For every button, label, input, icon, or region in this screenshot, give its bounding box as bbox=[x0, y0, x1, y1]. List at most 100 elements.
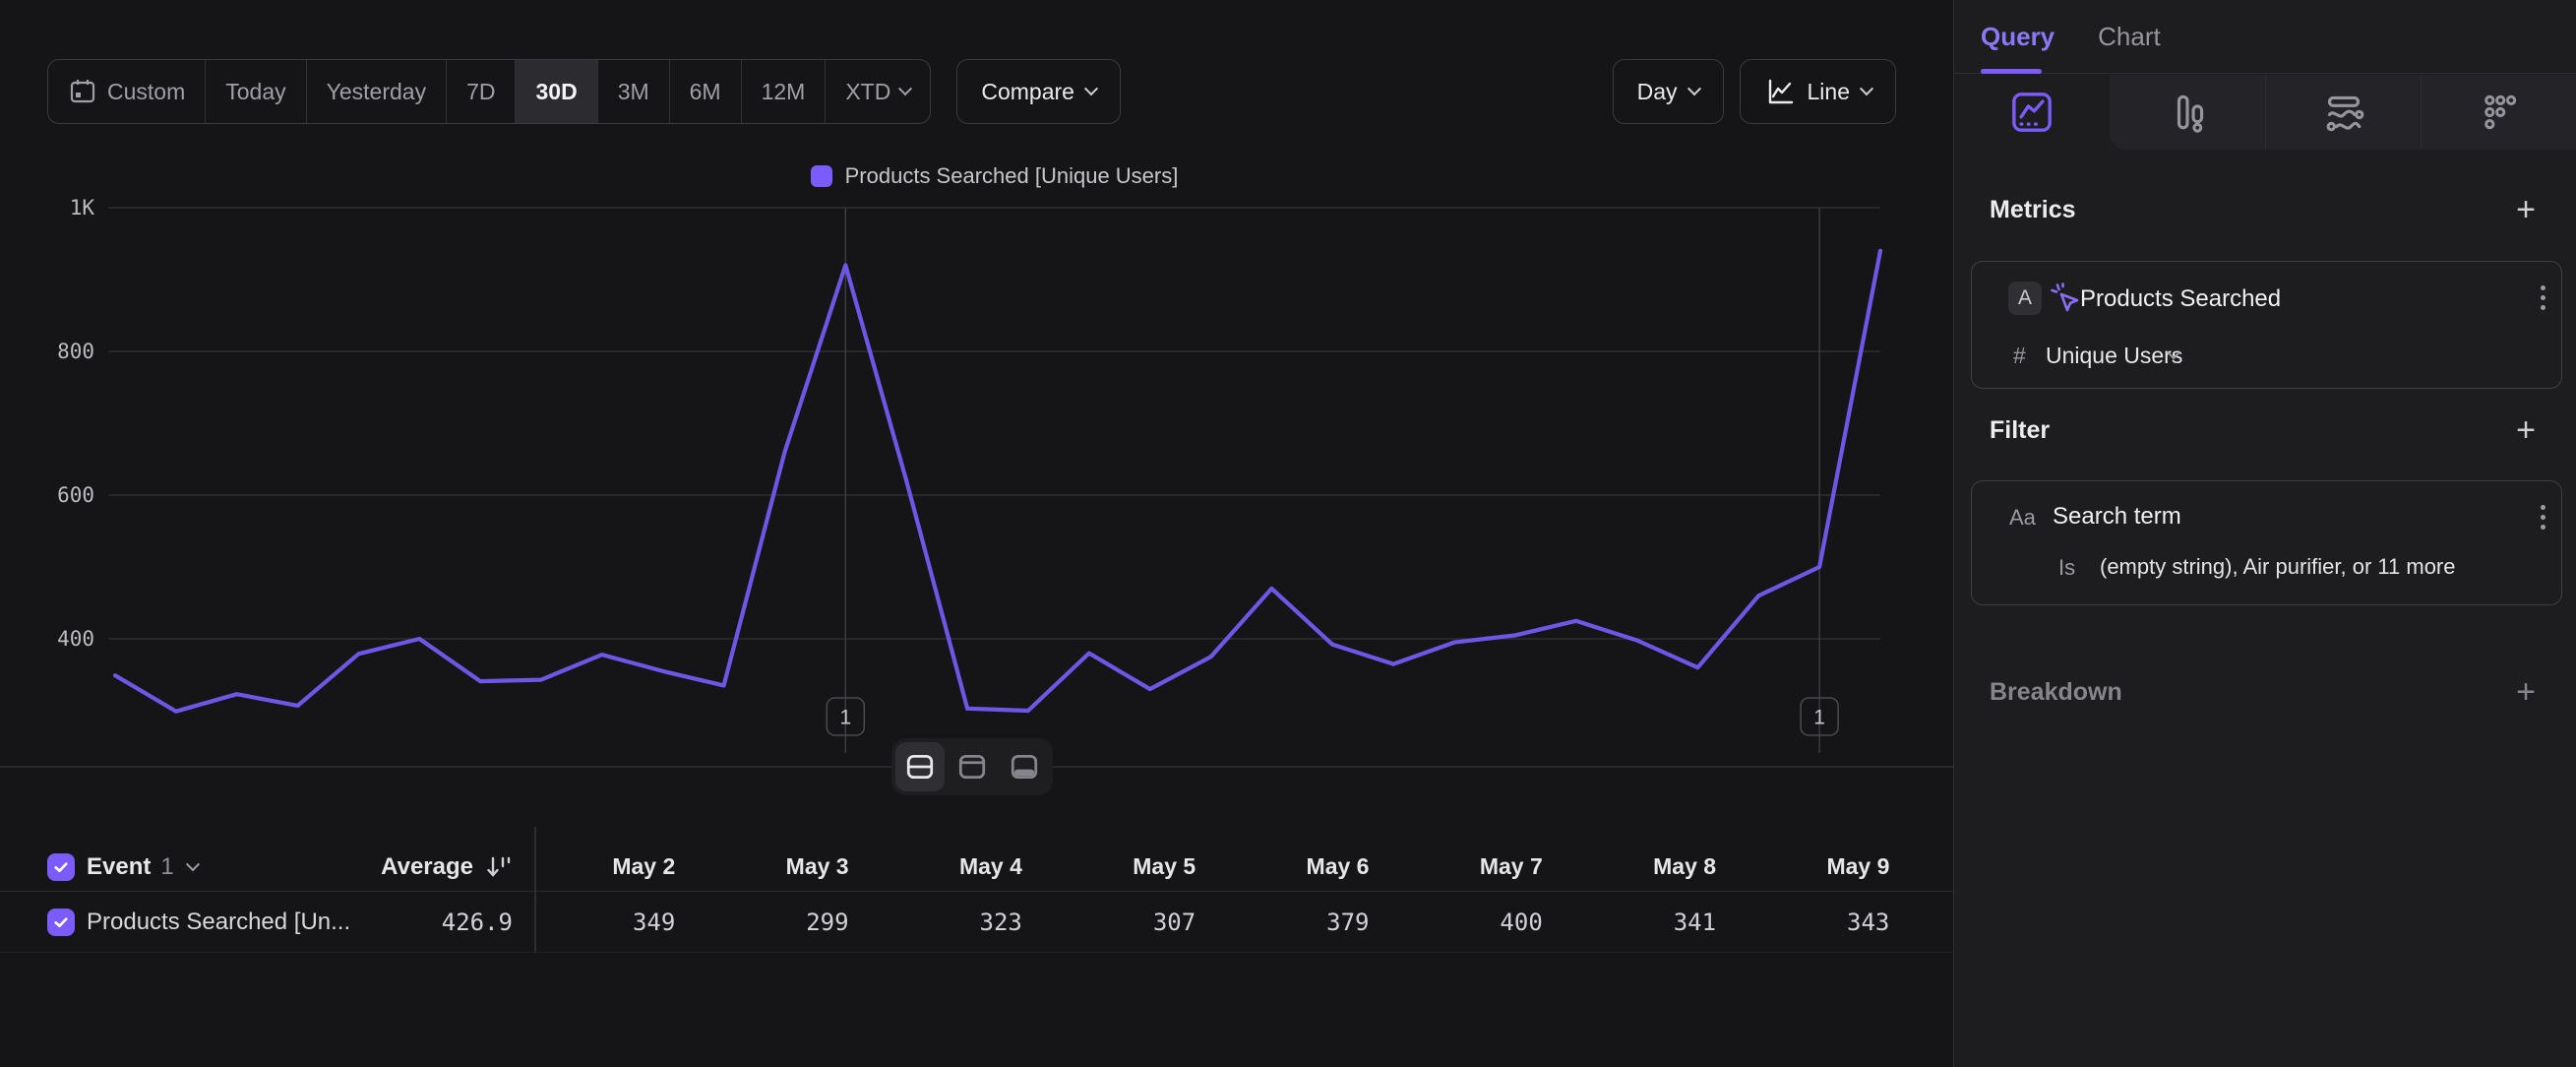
table-day-header: May 2 bbox=[534, 843, 707, 891]
report-type-tabs bbox=[1954, 75, 2576, 150]
tab-flows[interactable] bbox=[2265, 75, 2421, 150]
legend-item[interactable]: Products Searched [Unique Users] bbox=[811, 163, 1179, 189]
compare-label: Compare bbox=[981, 79, 1074, 105]
table-day-value: 299 bbox=[707, 892, 881, 952]
day-headers: May 2May 3May 4May 5May 6May 7May 8May 9 bbox=[534, 843, 1922, 891]
tab-insights[interactable] bbox=[1954, 75, 2110, 150]
tab-funnels[interactable] bbox=[2110, 75, 2265, 150]
granularity-dropdown[interactable]: Day bbox=[1613, 59, 1724, 124]
date-range-label: XTD bbox=[845, 79, 890, 105]
tab-retention[interactable] bbox=[2421, 75, 2576, 150]
metric-options-menu[interactable] bbox=[2541, 285, 2545, 310]
query-panel: Query Chart Metrics + A bbox=[1953, 0, 2576, 1067]
string-type-icon: Aa bbox=[2009, 505, 2036, 531]
add-filter-button[interactable]: + bbox=[2508, 413, 2544, 447]
average-value: 426.9 bbox=[442, 909, 513, 936]
sort-descending-icon[interactable] bbox=[483, 852, 513, 882]
metrics-header: Metrics bbox=[1990, 196, 2076, 224]
date-range-3m[interactable]: 3M bbox=[598, 60, 670, 123]
table-day-value: 343 bbox=[1748, 892, 1922, 952]
date-range-today[interactable]: Today bbox=[206, 60, 306, 123]
filter-operator: Is bbox=[2058, 555, 2075, 581]
aggregation-row[interactable]: # Unique Users bbox=[1972, 339, 2561, 374]
table-day-value: 349 bbox=[534, 892, 707, 952]
event-cursor-icon bbox=[2049, 282, 2082, 315]
date-range-7d[interactable]: 7D bbox=[447, 60, 516, 123]
metric-card[interactable]: A Products Searched # Unique Users bbox=[1971, 261, 2562, 389]
add-breakdown-button[interactable]: + bbox=[2508, 675, 2544, 709]
date-range-6m[interactable]: 6M bbox=[670, 60, 742, 123]
line-chart: 1K800600400200May 2May 4May 6May 8May 10… bbox=[0, 192, 1953, 753]
date-range-label: 7D bbox=[466, 79, 495, 105]
chart-type-dropdown[interactable]: Line bbox=[1740, 59, 1896, 124]
y-tick-label: 600 bbox=[57, 483, 94, 507]
table-day-value: 400 bbox=[1401, 892, 1574, 952]
date-range-12m[interactable]: 12M bbox=[742, 60, 827, 123]
granularity-label: Day bbox=[1637, 79, 1678, 105]
chart-controls: Day Line bbox=[1613, 59, 1896, 124]
day-values: 349299323307379400341343 bbox=[534, 892, 1922, 952]
analytics-app: Custom Today Yesterday 7D 30D 3M 6M 12M … bbox=[0, 0, 2576, 1067]
table-day-value: 307 bbox=[1055, 892, 1228, 952]
table-day-header: May 6 bbox=[1228, 843, 1401, 891]
legend-label: Products Searched [Unique Users] bbox=[845, 163, 1179, 189]
table-day-header: May 4 bbox=[882, 843, 1055, 891]
line-chart-icon bbox=[1764, 76, 1796, 107]
filter-property-name: Search term bbox=[2053, 503, 2181, 531]
add-metric-button[interactable]: + bbox=[2508, 193, 2544, 226]
date-range-30d[interactable]: 30D bbox=[516, 60, 597, 123]
breakdown-table: Event 1 Average May 2May 3May 4May 5May … bbox=[0, 843, 1953, 953]
tab-query[interactable]: Query bbox=[1981, 22, 2055, 52]
table-day-header: May 3 bbox=[707, 843, 881, 891]
table-day-header: May 7 bbox=[1401, 843, 1574, 891]
y-tick-label: 400 bbox=[57, 627, 94, 651]
date-range-label: Today bbox=[225, 79, 285, 105]
layout-split-view-button[interactable] bbox=[895, 742, 945, 791]
breakdown-header: Breakdown bbox=[1990, 678, 2122, 707]
filter-value: (empty string), Air purifier, or 11 more bbox=[2100, 554, 2456, 580]
layout-table-view-button[interactable] bbox=[1000, 742, 1049, 791]
date-toolbar: Custom Today Yesterday 7D 30D 3M 6M 12M … bbox=[47, 59, 1896, 124]
average-header-label: Average bbox=[381, 853, 473, 881]
date-range-label: 12M bbox=[762, 79, 806, 105]
chevron-down-icon bbox=[1084, 82, 1098, 95]
date-range-label: 30D bbox=[535, 79, 577, 105]
active-tab-underline bbox=[1981, 69, 2042, 74]
compare-button[interactable]: Compare bbox=[956, 59, 1121, 124]
hash-icon: # bbox=[2013, 343, 2026, 369]
svg-text:1: 1 bbox=[839, 707, 851, 729]
table-header-row: Event 1 Average May 2May 3May 4May 5May … bbox=[0, 843, 1953, 892]
average-column-header: Average bbox=[0, 843, 513, 891]
filter-card[interactable]: Aa Search term Is (empty string), Air pu… bbox=[1971, 480, 2562, 605]
chart-legend: Products Searched [Unique Users] bbox=[108, 161, 1880, 191]
table-day-value: 341 bbox=[1575, 892, 1748, 952]
chevron-down-icon bbox=[1860, 82, 1873, 95]
date-range-custom[interactable]: Custom bbox=[48, 60, 206, 123]
table-day-header: May 8 bbox=[1575, 843, 1748, 891]
filter-condition-row[interactable]: Is (empty string), Air purifier, or 11 m… bbox=[1972, 553, 2561, 589]
chart-line bbox=[115, 251, 1880, 712]
aggregation-label: Unique Users bbox=[2046, 343, 2182, 369]
report-canvas: Custom Today Yesterday 7D 30D 3M 6M 12M … bbox=[0, 0, 1953, 1067]
table-day-header: May 9 bbox=[1748, 843, 1922, 891]
layout-chart-view-button[interactable] bbox=[948, 742, 997, 791]
table-day-header: May 5 bbox=[1055, 843, 1228, 891]
tab-chart[interactable]: Chart bbox=[2098, 22, 2161, 52]
filter-header: Filter bbox=[1990, 416, 2050, 445]
date-range-xtd[interactable]: XTD bbox=[826, 60, 930, 123]
date-range-yesterday[interactable]: Yesterday bbox=[307, 60, 447, 123]
chevron-down-icon bbox=[1687, 82, 1700, 95]
date-range-label: Custom bbox=[107, 79, 185, 105]
series-letter-badge: A bbox=[2008, 282, 2042, 315]
y-tick-label: 1K bbox=[70, 196, 95, 220]
date-range-segmented-control: Custom Today Yesterday 7D 30D 3M 6M 12M … bbox=[47, 59, 931, 124]
table-day-value: 379 bbox=[1228, 892, 1401, 952]
table-row: Products Searched [Un... 426.9 349299323… bbox=[0, 892, 1953, 953]
metric-event-name: Products Searched bbox=[2080, 285, 2281, 313]
date-range-label: 3M bbox=[618, 79, 649, 105]
panel-tabs: Query Chart bbox=[1954, 0, 2576, 74]
chevron-down-icon bbox=[898, 82, 912, 95]
date-range-label: Yesterday bbox=[327, 79, 426, 105]
date-range-label: 6M bbox=[690, 79, 721, 105]
filter-options-menu[interactable] bbox=[2541, 505, 2545, 530]
